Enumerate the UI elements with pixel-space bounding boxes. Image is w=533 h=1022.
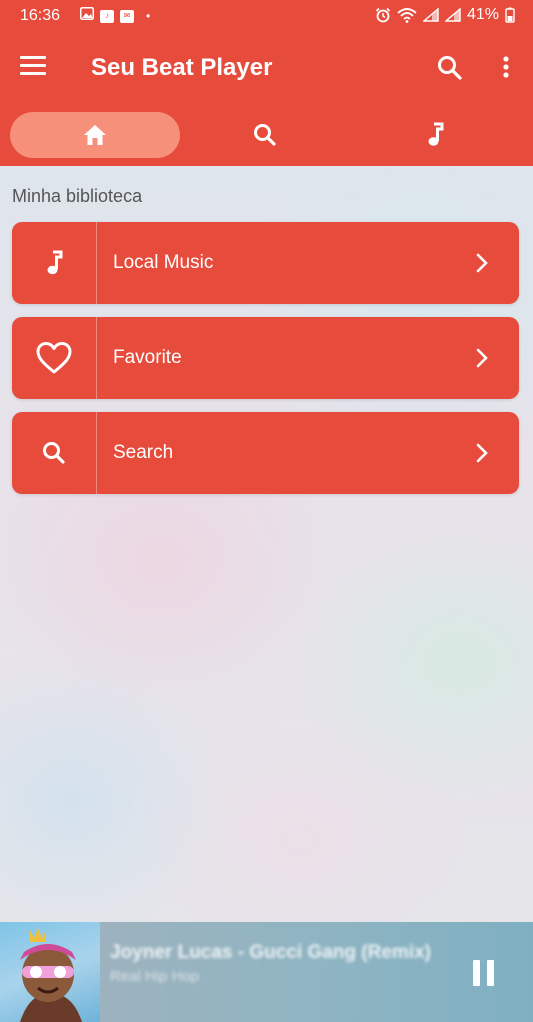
chevron-right-icon <box>476 443 488 463</box>
divider <box>96 317 97 399</box>
battery-percent: 41% <box>466 6 499 23</box>
chevron-right-icon <box>476 348 488 368</box>
image-icon <box>80 7 94 25</box>
status-time: 16:36 <box>20 7 61 24</box>
search-label: Search <box>113 442 174 463</box>
search-icon <box>254 124 276 146</box>
alarm-icon <box>375 7 391 23</box>
album-cover[interactable] <box>0 922 100 1022</box>
divider <box>96 222 97 304</box>
favorite-item[interactable]: Favorite <box>12 317 519 399</box>
battery-icon <box>505 7 515 23</box>
search-icon[interactable] <box>436 54 464 82</box>
pause-button[interactable] <box>473 960 501 988</box>
more-vert-icon[interactable] <box>500 54 512 82</box>
local-music-label: Local Music <box>113 252 214 273</box>
song-title: Joyner Lucas - Gucci Gang (Remix) <box>110 942 431 963</box>
system-icons: 41% <box>375 6 515 24</box>
song-genre: Real Hip Hop <box>110 968 200 985</box>
section-title: Minha biblioteca <box>12 186 143 206</box>
search-item[interactable]: Search <box>12 412 519 494</box>
tab-home[interactable] <box>10 112 180 158</box>
status-bar: 16:36 ♪ ✉ • 41% <box>0 0 533 32</box>
mini-player[interactable]: Joyner Lucas - Gucci Gang (Remix) Real H… <box>0 922 533 1022</box>
search-icon <box>12 412 96 494</box>
notification-icons: ♪ ✉ • <box>80 7 150 25</box>
wifi-icon <box>397 8 417 23</box>
chevron-right-icon <box>476 253 488 273</box>
music-app-icon: ♪ <box>100 9 114 23</box>
signal-icon-2 <box>444 8 461 22</box>
menu-icon[interactable] <box>20 56 46 78</box>
music-note-icon <box>12 222 96 304</box>
signal-icon <box>422 8 439 22</box>
app-title: Seu Beat Player <box>91 54 273 81</box>
mail-icon: ✉ <box>120 9 134 23</box>
tab-search[interactable] <box>230 112 300 158</box>
local-music-item[interactable]: Local Music <box>12 222 519 304</box>
dot-icon: • <box>146 9 151 23</box>
tab-now-playing[interactable] <box>400 112 470 158</box>
home-icon <box>84 125 106 145</box>
top-bar: 16:36 ♪ ✉ • 41% Seu Beat Player <box>0 0 533 166</box>
heart-icon <box>12 317 96 399</box>
music-note-icon <box>428 122 444 146</box>
favorite-label: Favorite <box>113 347 182 368</box>
divider <box>96 412 97 494</box>
tab-bar <box>0 108 533 162</box>
